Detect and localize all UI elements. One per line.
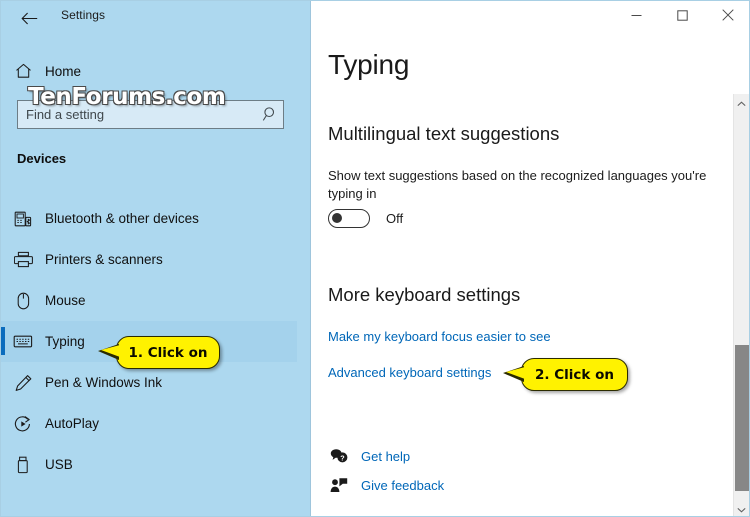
page-title: Typing: [328, 49, 410, 80]
svg-text:?: ?: [340, 453, 344, 462]
printer-icon: [1, 251, 45, 268]
give-feedback-label: Give feedback: [361, 477, 445, 493]
sidebar-item-autoplay-label: AutoPlay: [45, 416, 100, 431]
callout-step-2-text: 2. Click on: [535, 366, 614, 383]
link-keyboard-focus[interactable]: Make my keyboard focus easier to see: [328, 329, 551, 344]
section-heading-multilingual: Multilingual text suggestions: [328, 123, 560, 144]
sidebar: Settings Home TenForums.com Devices: [1, 1, 311, 516]
maximize-icon: [676, 8, 688, 26]
section-description-multilingual: Show text suggestions based on the recog…: [328, 168, 707, 201]
scroll-up-button[interactable]: [734, 94, 749, 111]
content-scrollbar[interactable]: [733, 94, 749, 517]
scrollbar-thumb[interactable]: [735, 345, 749, 491]
settings-window: Settings Home TenForums.com Devices: [0, 0, 750, 517]
chevron-up-icon: [737, 94, 746, 112]
callout-step-1: 1. Click on: [98, 336, 220, 369]
sidebar-item-usb-label: USB: [45, 457, 73, 472]
maximize-button[interactable]: [659, 1, 705, 32]
sidebar-item-home-label: Home: [45, 63, 82, 79]
sidebar-item-mouse[interactable]: Mouse: [1, 280, 297, 321]
keyboard-icon: [1, 334, 45, 349]
sidebar-item-bluetooth[interactable]: Bluetooth & other devices: [1, 198, 297, 239]
scroll-down-button[interactable]: [734, 500, 749, 517]
app-title: Settings: [61, 8, 106, 22]
callout-step-1-text: 1. Click on: [128, 344, 208, 361]
bluetooth-devices-icon: [1, 210, 45, 228]
back-button[interactable]: [11, 5, 47, 31]
multilingual-toggle-row: Off: [328, 209, 403, 228]
home-icon: [1, 63, 45, 79]
get-help-icon: ?: [328, 448, 350, 464]
pen-icon: [1, 374, 45, 392]
sidebar-item-usb[interactable]: USB: [1, 444, 297, 485]
sidebar-item-bluetooth-label: Bluetooth & other devices: [45, 211, 199, 226]
multilingual-toggle-state: Off: [386, 211, 404, 226]
back-arrow-icon: [20, 12, 38, 25]
search-input[interactable]: [17, 100, 284, 129]
window-controls: [613, 1, 749, 32]
search-box[interactable]: [17, 100, 284, 129]
sidebar-item-printers-label: Printers & scanners: [45, 252, 163, 267]
minimize-button[interactable]: [613, 1, 659, 32]
usb-icon: [1, 456, 45, 474]
sidebar-item-typing-label: Typing: [45, 334, 85, 349]
multilingual-toggle[interactable]: [328, 209, 370, 228]
sidebar-item-home[interactable]: Home: [1, 57, 297, 85]
get-help-label: Get help: [361, 448, 411, 464]
get-help-link[interactable]: ? Get help: [328, 448, 410, 464]
mouse-icon: [1, 292, 45, 310]
chevron-down-icon: [737, 500, 746, 517]
sidebar-item-printers[interactable]: Printers & scanners: [1, 239, 297, 280]
give-feedback-icon: [328, 477, 350, 493]
link-advanced-keyboard-settings[interactable]: Advanced keyboard settings: [328, 365, 491, 380]
content-pane: Typing: [311, 1, 749, 516]
toggle-knob: [332, 213, 342, 223]
section-heading-more-keyboard: More keyboard settings: [328, 284, 521, 305]
autoplay-icon: [1, 415, 45, 433]
callout-step-2: 2. Click on: [503, 358, 628, 391]
sidebar-item-mouse-label: Mouse: [45, 293, 86, 308]
close-button[interactable]: [705, 1, 749, 32]
sidebar-item-pen-label: Pen & Windows Ink: [45, 375, 163, 390]
sidebar-group-title: Devices: [17, 151, 67, 166]
give-feedback-link[interactable]: Give feedback: [328, 477, 444, 493]
minimize-icon: [631, 8, 642, 26]
close-icon: [722, 8, 734, 26]
sidebar-item-autoplay[interactable]: AutoPlay: [1, 403, 297, 444]
sidebar-titlebar: Settings: [1, 1, 311, 33]
